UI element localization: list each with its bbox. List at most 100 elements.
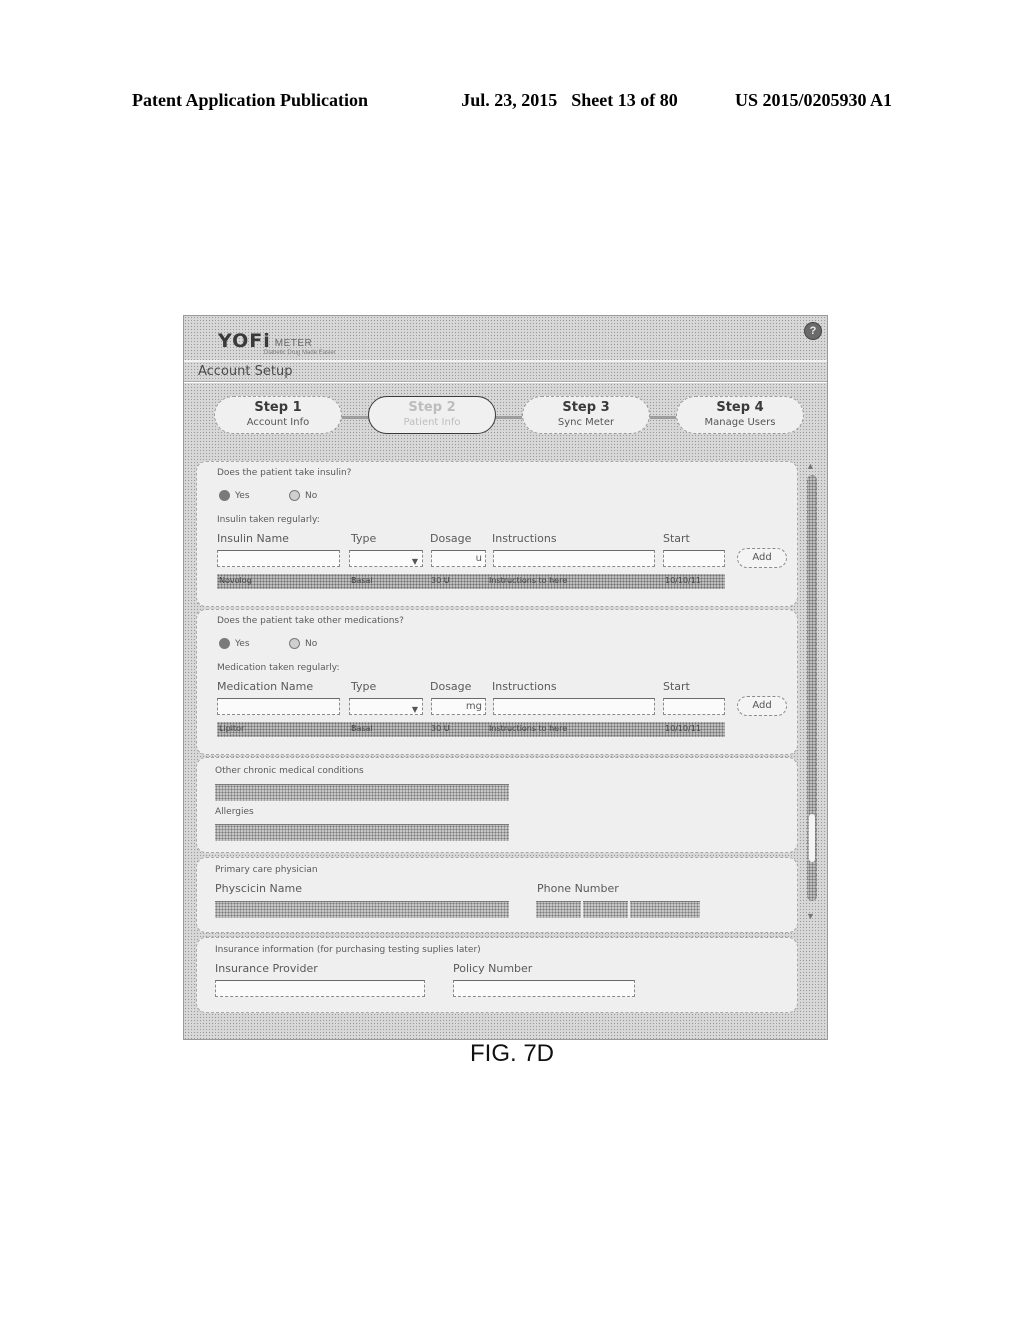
scroll-up-icon[interactable]: ▲: [806, 461, 815, 471]
step-number: Step 3: [562, 400, 610, 415]
insulin-dosage-input[interactable]: u: [431, 550, 486, 567]
insulin-type-select[interactable]: ▼: [349, 550, 423, 567]
medication-type-select[interactable]: ▼: [349, 698, 423, 715]
step-3[interactable]: Step 3 Sync Meter: [522, 396, 650, 434]
step-2[interactable]: Step 2 Patient Info: [368, 396, 496, 434]
medication-dosage-input[interactable]: mg: [431, 698, 486, 715]
step-name: Manage Users: [704, 417, 776, 428]
row-start: 10/10/11: [665, 576, 701, 585]
radio-selected-icon: [219, 638, 230, 649]
insulin-name-input[interactable]: [217, 550, 340, 567]
chronic-conditions-input[interactable]: [215, 784, 509, 801]
medication-name-input[interactable]: [217, 698, 340, 715]
policy-number-input[interactable]: [453, 980, 635, 997]
logo-tagline: Diabetic Drug Made Easier: [264, 350, 336, 356]
medications-question: Does the patient take other medications?: [217, 616, 404, 626]
content-area: Step 1 Account Info Step 2 Patient Info …: [184, 383, 827, 1039]
logo-main: YOFi: [218, 330, 271, 352]
medication-start-input[interactable]: [663, 698, 725, 715]
row-start: 10/10/11: [665, 724, 701, 733]
scrollbar[interactable]: ▲ ▼: [805, 461, 819, 921]
help-icon[interactable]: ?: [804, 322, 822, 340]
publication-date: Jul. 23, 2015: [461, 90, 558, 110]
insulin-yes-radio[interactable]: Yes: [219, 490, 250, 501]
step-connector: [340, 416, 368, 419]
medication-instructions-input[interactable]: [493, 698, 655, 715]
scroll-track[interactable]: [807, 475, 817, 901]
step-4[interactable]: Step 4 Manage Users: [676, 396, 804, 434]
app-header: YOFi METER Diabetic Drug Made Easier ?: [184, 316, 827, 360]
figure-caption: FIG. 7D: [469, 1040, 554, 1067]
insurance-provider-label: Insurance Provider: [215, 962, 318, 975]
row-instructions: Instructions to here: [489, 576, 568, 585]
phone-label: Phone Number: [537, 882, 619, 895]
row-type: Basal: [351, 576, 373, 585]
col-insulin-name: Insulin Name: [217, 532, 289, 545]
step-1[interactable]: Step 1 Account Info: [214, 396, 342, 434]
step-number: Step 1: [254, 400, 302, 415]
col-dosage: Dosage: [430, 532, 472, 545]
row-dosage: 30 U: [431, 724, 450, 733]
conditions-panel: Other chronic medical conditions Allergi…: [196, 757, 798, 853]
radio-label: Yes: [235, 490, 250, 501]
radio-label: Yes: [235, 638, 250, 649]
medications-subheading: Medication taken regularly:: [217, 663, 340, 673]
col-start: Start: [663, 680, 690, 693]
publication-label: Patent Application Publication: [132, 90, 369, 110]
insurance-panel: Insurance information (for purchasing te…: [196, 937, 798, 1013]
col-type: Type: [351, 532, 377, 545]
logo: YOFi METER: [218, 330, 312, 352]
section-title: Account Setup: [184, 362, 827, 382]
chevron-down-icon: ▼: [411, 557, 418, 566]
col-type: Type: [351, 680, 377, 693]
physician-name-label: Physcicin Name: [215, 882, 302, 895]
physician-panel: Primary care physician Physcicin Name Ph…: [196, 857, 798, 933]
phone-line-input[interactable]: [630, 901, 700, 918]
radio-label: No: [305, 638, 318, 649]
step-number: Step 2: [408, 400, 456, 415]
radio-unselected-icon: [289, 490, 300, 501]
col-medication-name: Medication Name: [217, 680, 314, 693]
sheet-number: Sheet 13 of 80: [571, 90, 678, 110]
row-name: Novolog: [219, 576, 252, 585]
add-insulin-button[interactable]: Add: [737, 548, 787, 568]
step-name: Sync Meter: [557, 417, 615, 428]
radio-label: No: [305, 490, 318, 501]
insulin-row[interactable]: Novolog Basal 30 U Instructions to here …: [217, 574, 725, 589]
insulin-no-radio[interactable]: No: [289, 490, 317, 501]
phone-prefix-input[interactable]: [583, 901, 628, 918]
insulin-subheading: Insulin taken regularly:: [217, 515, 320, 525]
step-number: Step 4: [716, 400, 764, 415]
policy-number-label: Policy Number: [453, 962, 533, 975]
insurance-provider-input[interactable]: [215, 980, 425, 997]
radio-unselected-icon: [289, 638, 300, 649]
insulin-instructions-input[interactable]: [493, 550, 655, 567]
step-wizard: Step 1 Account Info Step 2 Patient Info …: [214, 396, 804, 436]
physician-heading: Primary care physician: [215, 865, 318, 875]
row-instructions: Instructions to here: [489, 724, 568, 733]
medications-yes-radio[interactable]: Yes: [219, 638, 250, 649]
insurance-heading: Insurance information (for purchasing te…: [215, 945, 481, 955]
insulin-start-input[interactable]: [663, 550, 725, 567]
scroll-down-icon[interactable]: ▼: [806, 911, 815, 921]
scroll-thumb[interactable]: [809, 814, 815, 862]
phone-area-code-input[interactable]: [536, 901, 581, 918]
medication-row[interactable]: Lipitor Basal 30 U Instructions to here …: [217, 722, 725, 737]
patent-number: US 2015/0205930 A1: [734, 90, 892, 110]
allergies-input[interactable]: [215, 824, 509, 841]
insulin-question: Does the patient take insulin?: [217, 468, 352, 478]
col-start: Start: [663, 532, 690, 545]
step-connector: [494, 416, 522, 419]
radio-selected-icon: [219, 490, 230, 501]
logo-sub: METER: [274, 338, 313, 349]
patent-header: Patent Application Publication Jul. 23, …: [132, 90, 892, 111]
physician-name-input[interactable]: [215, 901, 509, 918]
row-type: Basal: [351, 724, 373, 733]
step-name: Account Info: [246, 417, 310, 428]
medications-no-radio[interactable]: No: [289, 638, 317, 649]
col-dosage: Dosage: [430, 680, 472, 693]
medications-panel: Does the patient take other medications?…: [196, 609, 798, 755]
step-name: Patient Info: [403, 417, 461, 428]
col-instructions: Instructions: [492, 532, 557, 545]
add-medication-button[interactable]: Add: [737, 696, 787, 716]
